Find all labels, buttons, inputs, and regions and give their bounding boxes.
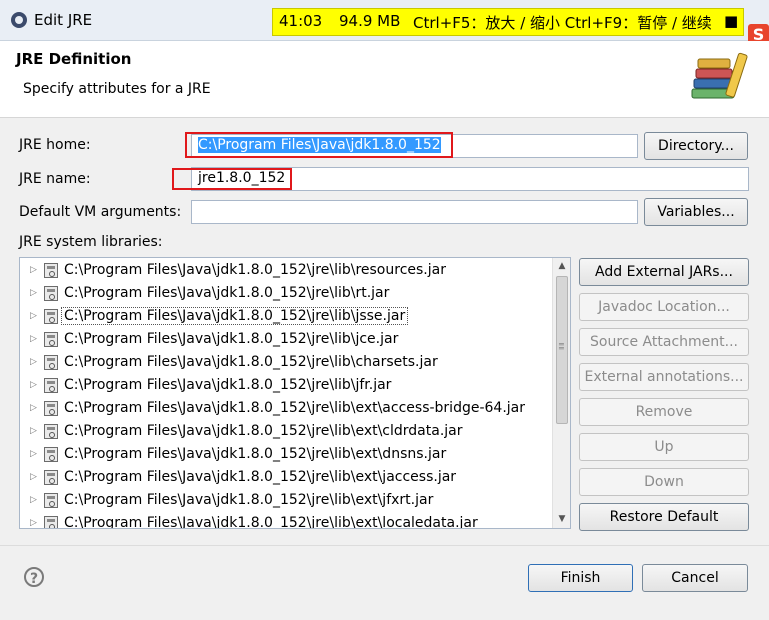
restore-default-button[interactable]: Restore Default	[579, 503, 749, 531]
jar-icon	[44, 470, 58, 485]
dialog-header: JRE Definition Specify attributes for a …	[0, 41, 769, 118]
list-scrollbar[interactable]: ▲ ═ ═ ▼	[552, 258, 570, 528]
expand-arrow-icon[interactable]: ▷	[30, 449, 37, 459]
page-subtitle: Specify attributes for a JRE	[23, 81, 211, 97]
jar-icon	[44, 401, 58, 416]
jre-home-value: C:\Program Files\Java\jdk1.8.0_152	[198, 137, 441, 153]
jar-icon	[44, 516, 58, 528]
javadoc-location-button[interactable]: Javadoc Location...	[579, 293, 749, 321]
list-item[interactable]: ▷ C:\Program Files\Java\jdk1.8.0_152\jre\…	[20, 329, 552, 352]
recorder-time: 41:03	[279, 12, 323, 30]
expand-arrow-icon[interactable]: ▷	[30, 380, 37, 390]
expand-arrow-icon[interactable]: ▷	[30, 426, 37, 436]
libraries-label: JRE system libraries:	[19, 234, 163, 250]
help-icon[interactable]: ?	[24, 567, 44, 587]
external-annotations-button[interactable]: External annotations...	[579, 363, 749, 391]
jre-home-input[interactable]: C:\Program Files\Java\jdk1.8.0_152	[191, 134, 638, 158]
jar-icon	[44, 378, 58, 393]
expand-arrow-icon[interactable]: ▷	[30, 357, 37, 367]
list-item[interactable]: ▷ C:\Program Files\Java\jdk1.8.0_152\jre\…	[20, 490, 552, 513]
list-item[interactable]: ▷ C:\Program Files\Java\jdk1.8.0_152\jre\…	[20, 352, 552, 375]
jre-name-value: jre1.8.0_152	[198, 170, 286, 186]
list-item[interactable]: ▷ C:\Program Files\Java\jdk1.8.0_152\jre\…	[20, 444, 552, 467]
stop-icon[interactable]: ■	[724, 12, 738, 30]
library-path: C:\Program Files\Java\jdk1.8.0_152\jre\l…	[64, 377, 392, 393]
expand-arrow-icon[interactable]: ▷	[30, 518, 37, 528]
list-item[interactable]: ▷ C:\Program Files\Java\jdk1.8.0_152\jre\…	[20, 398, 552, 421]
down-button[interactable]: Down	[579, 468, 749, 496]
page-title: JRE Definition	[16, 50, 132, 68]
expand-arrow-icon[interactable]: ▷	[30, 334, 37, 344]
list-item[interactable]: ▷ C:\Program Files\Java\jdk1.8.0_152\jre\…	[20, 306, 552, 329]
screen-recorder-bar: 41:03 94.9 MB Ctrl+F5：放大 / 缩小 Ctrl+F9：暂停…	[272, 8, 744, 36]
jar-icon	[44, 332, 58, 347]
library-path: C:\Program Files\Java\jdk1.8.0_152\jre\l…	[64, 423, 463, 439]
expand-arrow-icon[interactable]: ▷	[30, 472, 37, 482]
jre-home-label: JRE home:	[19, 137, 91, 153]
grip-icon: ═ ═	[559, 340, 564, 353]
expand-arrow-icon[interactable]: ▷	[30, 311, 37, 321]
expand-arrow-icon[interactable]: ▷	[30, 265, 37, 275]
recorder-size: 94.9 MB	[339, 12, 401, 30]
library-path: C:\Program Files\Java\jdk1.8.0_152\jre\l…	[64, 469, 457, 485]
jar-icon	[44, 286, 58, 301]
list-item[interactable]: ▷ C:\Program Files\Java\jdk1.8.0_152\jre\…	[20, 513, 552, 529]
list-item[interactable]: ▷ C:\Program Files\Java\jdk1.8.0_152\jre\…	[20, 375, 552, 398]
jre-name-label: JRE name:	[19, 171, 91, 187]
jar-icon	[44, 309, 58, 324]
jre-name-input[interactable]: jre1.8.0_152	[191, 167, 749, 191]
jar-icon	[44, 355, 58, 370]
list-item[interactable]: ▷ C:\Program Files\Java\jdk1.8.0_152\jre\…	[20, 421, 552, 444]
cancel-button[interactable]: Cancel	[642, 564, 748, 592]
library-path: C:\Program Files\Java\jdk1.8.0_152\jre\l…	[64, 331, 399, 347]
title-bar: Edit JRE 41:03 94.9 MB Ctrl+F5：放大 / 缩小 C…	[0, 0, 769, 45]
dialog-footer: ? Finish Cancel	[0, 545, 769, 620]
source-attachment-button[interactable]: Source Attachment...	[579, 328, 749, 356]
scroll-up-icon[interactable]: ▲	[553, 258, 570, 275]
library-books-icon	[691, 52, 748, 99]
libraries-list[interactable]: ▷ C:\Program Files\Java\jdk1.8.0_152\jre\…	[19, 257, 571, 529]
expand-arrow-icon[interactable]: ▷	[30, 288, 37, 298]
jar-icon	[44, 424, 58, 439]
remove-button[interactable]: Remove	[579, 398, 749, 426]
scroll-down-icon[interactable]: ▼	[553, 511, 570, 528]
library-path: C:\Program Files\Java\jdk1.8.0_152\jre\l…	[64, 446, 447, 462]
library-path: C:\Program Files\Java\jdk1.8.0_152\jre\l…	[64, 515, 478, 529]
window-title: Edit JRE	[34, 11, 93, 29]
eclipse-icon	[11, 12, 27, 28]
vm-args-input[interactable]	[191, 200, 638, 224]
jar-icon	[44, 447, 58, 462]
variables-button[interactable]: Variables...	[644, 198, 748, 226]
library-path: C:\Program Files\Java\jdk1.8.0_152\jre\l…	[61, 307, 409, 325]
directory-button[interactable]: Directory...	[644, 132, 748, 160]
expand-arrow-icon[interactable]: ▷	[30, 495, 37, 505]
finish-button[interactable]: Finish	[528, 564, 633, 592]
jar-icon	[44, 263, 58, 278]
add-external-jars-button[interactable]: Add External JARs...	[579, 258, 749, 286]
list-item[interactable]: ▷ C:\Program Files\Java\jdk1.8.0_152\jre\…	[20, 260, 552, 283]
recorder-hotkey-hint: Ctrl+F5：放大 / 缩小 Ctrl+F9：暂停 / 继续	[413, 14, 712, 32]
jar-icon	[44, 493, 58, 508]
vm-args-label: Default VM arguments:	[19, 204, 182, 220]
library-path: C:\Program Files\Java\jdk1.8.0_152\jre\l…	[64, 285, 390, 301]
library-path: C:\Program Files\Java\jdk1.8.0_152\jre\l…	[64, 262, 446, 278]
scroll-thumb[interactable]: ═ ═	[556, 276, 568, 424]
expand-arrow-icon[interactable]: ▷	[30, 403, 37, 413]
list-item[interactable]: ▷ C:\Program Files\Java\jdk1.8.0_152\jre\…	[20, 283, 552, 306]
up-button[interactable]: Up	[579, 433, 749, 461]
list-item[interactable]: ▷ C:\Program Files\Java\jdk1.8.0_152\jre\…	[20, 467, 552, 490]
library-path: C:\Program Files\Java\jdk1.8.0_152\jre\l…	[64, 400, 525, 416]
library-path: C:\Program Files\Java\jdk1.8.0_152\jre\l…	[64, 492, 434, 508]
library-path: C:\Program Files\Java\jdk1.8.0_152\jre\l…	[64, 354, 438, 370]
